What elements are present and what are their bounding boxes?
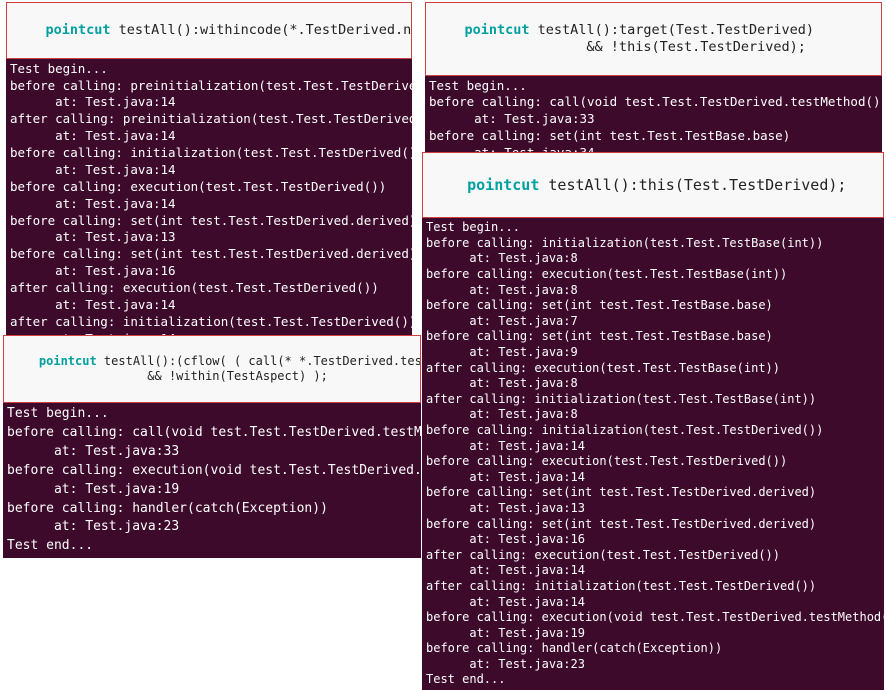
- terminal-line: before calling: call(void test.Test.Test…: [7, 424, 417, 443]
- terminal-line: at: Test.java:8: [426, 251, 880, 267]
- terminal-line: after calling: preinitialization(test.Te…: [10, 111, 408, 128]
- terminal-line: Test end...: [426, 672, 880, 688]
- terminal-line: after calling: execution(test.Test.TestD…: [10, 280, 408, 297]
- terminal-line: at: Test.java:13: [426, 501, 880, 517]
- terminal-line: at: Test.java:14: [426, 439, 880, 455]
- header-line-2: && !within(TestAspect) );: [10, 369, 328, 383]
- terminal-line: before calling: execution(test.Test.Test…: [426, 454, 880, 470]
- terminal-line: at: Test.java:33: [429, 111, 878, 128]
- terminal-line: at: Test.java:8: [426, 376, 880, 392]
- terminal-line: before calling: set(int test.Test.TestBa…: [429, 128, 878, 145]
- terminal-bottom-left: Test begin...before calling: call(void t…: [3, 403, 421, 558]
- terminal-line: before calling: preinitialization(test.T…: [10, 78, 408, 95]
- terminal-line: before calling: set(int test.Test.TestDe…: [426, 517, 880, 533]
- terminal-line: at: Test.java:9: [426, 345, 880, 361]
- terminal-line: at: Test.java:14: [10, 128, 408, 145]
- terminal-top-left: Test begin...before calling: preinitiali…: [6, 59, 412, 367]
- terminal-line: before calling: set(int test.Test.TestBa…: [426, 298, 880, 314]
- terminal-line: at: Test.java:33: [7, 443, 417, 462]
- terminal-line: Test begin...: [10, 61, 408, 78]
- terminal-line: before calling: set(int test.Test.TestDe…: [426, 485, 880, 501]
- terminal-line: before calling: handler(catch(Exception)…: [426, 641, 880, 657]
- terminal-line: at: Test.java:23: [7, 518, 417, 537]
- header-line-2: && !this(Test.TestDerived);: [432, 39, 806, 55]
- terminal-line: before calling: execution(test.Test.Test…: [10, 179, 408, 196]
- terminal-line: before calling: initialization(test.Test…: [426, 423, 880, 439]
- terminal-line: Test begin...: [7, 405, 417, 424]
- terminal-line: at: Test.java:14: [10, 196, 408, 213]
- terminal-line: at: Test.java:7: [426, 314, 880, 330]
- terminal-line: after calling: initialization(test.Test.…: [426, 579, 880, 595]
- terminal-bottom-right: Test begin...before calling: initializat…: [422, 218, 884, 690]
- terminal-line: at: Test.java:8: [426, 283, 880, 299]
- terminal-line: at: Test.java:14: [426, 563, 880, 579]
- terminal-line: at: Test.java:14: [426, 595, 880, 611]
- terminal-line: before calling: set(int test.Test.TestDe…: [10, 213, 408, 230]
- terminal-line: before calling: set(int test.Test.TestBa…: [426, 329, 880, 345]
- header-line-1: pointcut testAll():(cflow( ( call(* *.Te…: [39, 354, 421, 368]
- terminal-line: Test end...: [7, 537, 417, 556]
- header-text: pointcut testAll():this(Test.TestDerived…: [467, 176, 846, 194]
- panel-top-left: pointcut testAll():withincode(*.TestDeri…: [6, 2, 412, 366]
- header-bottom-right: pointcut testAll():this(Test.TestDerived…: [422, 152, 884, 218]
- header-bottom-left: pointcut testAll():(cflow( ( call(* *.Te…: [3, 335, 421, 403]
- terminal-line: at: Test.java:14: [426, 470, 880, 486]
- terminal-line: at: Test.java:14: [10, 94, 408, 111]
- terminal-line: before calling: execution(test.Test.Test…: [426, 267, 880, 283]
- terminal-line: at: Test.java:16: [426, 532, 880, 548]
- terminal-line: after calling: execution(test.Test.TestB…: [426, 361, 880, 377]
- header-top-left: pointcut testAll():withincode(*.TestDeri…: [6, 2, 412, 59]
- panel-bottom-right: pointcut testAll():this(Test.TestDerived…: [422, 152, 884, 690]
- terminal-line: at: Test.java:16: [10, 263, 408, 280]
- terminal-line: before calling: handler(catch(Exception)…: [7, 500, 417, 519]
- terminal-line: at: Test.java:23: [426, 657, 880, 673]
- terminal-line: Test begin...: [426, 220, 880, 236]
- terminal-line: after calling: initialization(test.Test.…: [426, 392, 880, 408]
- terminal-line: before calling: initialization(test.Test…: [10, 145, 408, 162]
- terminal-line: before calling: set(int test.Test.TestDe…: [10, 246, 408, 263]
- terminal-line: Test begin...: [429, 78, 878, 95]
- terminal-line: before calling: execution(void test.Test…: [426, 610, 880, 626]
- terminal-line: before calling: initialization(test.Test…: [426, 236, 880, 252]
- header-line-1: pointcut testAll():target(Test.TestDeriv…: [465, 22, 815, 38]
- header-top-right: pointcut testAll():target(Test.TestDeriv…: [425, 2, 882, 76]
- terminal-line: at: Test.java:8: [426, 407, 880, 423]
- terminal-line: at: Test.java:19: [426, 626, 880, 642]
- header-text: pointcut testAll():withincode(*.TestDeri…: [46, 22, 412, 38]
- terminal-line: before calling: execution(void test.Test…: [7, 462, 417, 481]
- terminal-line: after calling: execution(test.Test.TestD…: [426, 548, 880, 564]
- panel-bottom-left: pointcut testAll():(cflow( ( call(* *.Te…: [3, 335, 421, 558]
- terminal-line: at: Test.java:14: [10, 297, 408, 314]
- terminal-line: at: Test.java:14: [10, 162, 408, 179]
- terminal-line: at: Test.java:19: [7, 481, 417, 500]
- terminal-line: before calling: call(void test.Test.Test…: [429, 94, 878, 111]
- terminal-line: after calling: initialization(test.Test.…: [10, 314, 408, 331]
- terminal-line: at: Test.java:13: [10, 229, 408, 246]
